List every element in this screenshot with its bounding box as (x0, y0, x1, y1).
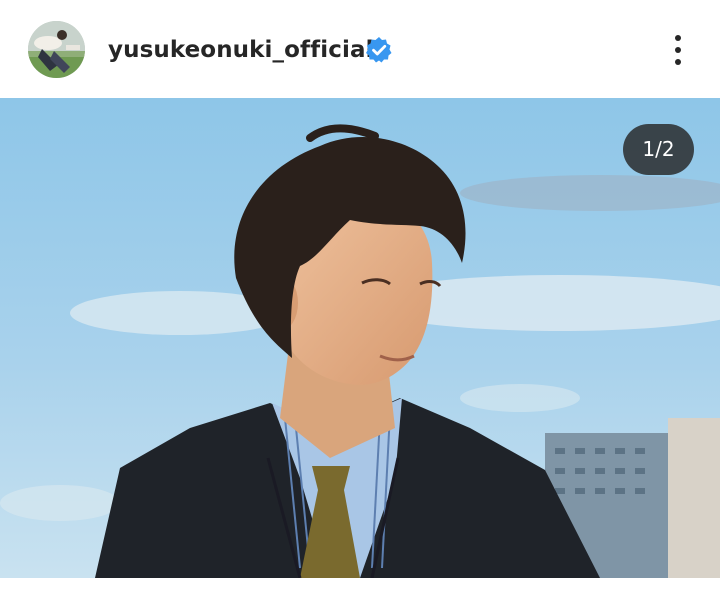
more-options-button[interactable] (664, 30, 692, 70)
avatar-image (28, 21, 85, 78)
post-media-photo[interactable] (0, 98, 720, 578)
post-actions-area (0, 578, 720, 589)
more-options-icon-dot (675, 59, 681, 65)
more-options-icon-dot (675, 47, 681, 53)
photo-image (0, 98, 720, 578)
post-header: yusukeonuki_official (0, 0, 720, 98)
username[interactable]: yusukeonuki_official (108, 34, 374, 66)
media-counter-badge: 1/2 (623, 124, 694, 175)
verified-badge-icon (366, 37, 392, 63)
instagram-post: yusukeonuki_official 1/2 (0, 0, 720, 589)
avatar[interactable] (28, 21, 85, 78)
more-options-icon (675, 35, 681, 41)
